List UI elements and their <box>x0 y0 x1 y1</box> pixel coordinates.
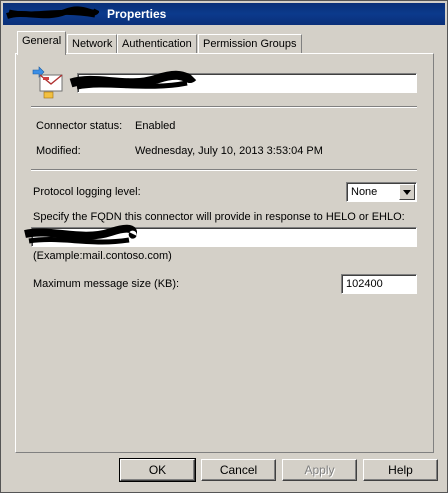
title-bar[interactable]: Properties <box>3 3 445 25</box>
tab-label: Network <box>72 38 113 50</box>
tab-label: General <box>22 35 62 47</box>
fqdn-example: (Example:mail.contoso.com) <box>33 250 172 262</box>
separator <box>31 169 417 171</box>
modified-value: Wednesday, July 10, 2013 3:53:04 PM <box>135 145 323 157</box>
tab-label: Permission Groups <box>203 38 297 50</box>
max-size-label: Maximum message size (KB): <box>33 278 180 290</box>
separator <box>31 106 417 108</box>
protocol-logging-value: None <box>351 186 378 198</box>
tab-general[interactable]: General <box>17 31 67 55</box>
ok-button[interactable]: OK <box>119 458 196 482</box>
connector-icon <box>32 66 63 99</box>
tab-network[interactable]: Network <box>67 34 118 54</box>
tab-label: Authentication <box>122 38 192 50</box>
title-redaction <box>6 6 99 19</box>
modified-label: Modified: <box>36 145 81 157</box>
fqdn-redaction <box>24 224 137 245</box>
properties-dialog: Properties General Network Authenticatio… <box>0 0 448 493</box>
tab-permission-groups[interactable]: Permission Groups <box>198 34 302 54</box>
tab-authentication[interactable]: Authentication <box>117 34 197 54</box>
apply-button[interactable]: Apply <box>282 459 357 481</box>
connector-status-label: Connector status: <box>36 120 123 132</box>
connector-name-redaction <box>69 70 197 90</box>
dropdown-button[interactable] <box>399 184 415 200</box>
window-title: Properties <box>107 7 167 21</box>
cancel-button[interactable]: Cancel <box>201 459 276 481</box>
protocol-logging-label: Protocol logging level: <box>33 186 141 198</box>
max-size-input[interactable]: 102400 <box>341 274 417 294</box>
protocol-logging-select[interactable]: None <box>346 182 417 202</box>
fqdn-label: Specify the FQDN this connector will pro… <box>33 211 405 223</box>
chevron-down-icon <box>403 190 411 195</box>
connector-status-value: Enabled <box>135 120 176 132</box>
help-button[interactable]: Help <box>363 459 438 481</box>
